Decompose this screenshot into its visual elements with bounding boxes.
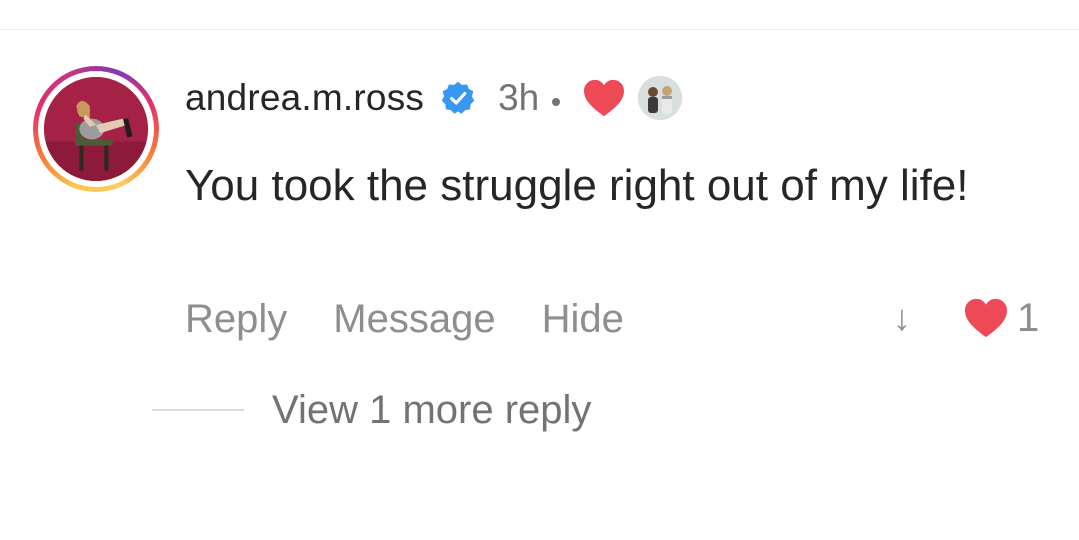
avatar[interactable] — [44, 77, 148, 181]
verified-badge-icon — [440, 80, 476, 116]
hide-button[interactable]: Hide — [542, 297, 624, 342]
heart-filled-icon[interactable] — [963, 297, 1009, 339]
replies-divider — [152, 409, 244, 411]
comment-header: andrea.m.ross 3h — [185, 74, 683, 122]
creator-liked-heart-icon — [582, 78, 626, 118]
username[interactable]: andrea.m.ross — [185, 77, 424, 119]
reply-button[interactable]: Reply — [185, 297, 287, 342]
comment-thread: andrea.m.ross 3h You took the struggle r… — [0, 0, 1079, 540]
divider — [0, 29, 1079, 30]
message-button[interactable]: Message — [333, 297, 495, 342]
like-count: 1 — [1017, 295, 1040, 340]
avatar-photo — [44, 77, 148, 181]
comment-actions: Reply Message Hide — [185, 294, 670, 344]
arrow-down-icon[interactable]: ↓ — [884, 296, 920, 340]
story-ring[interactable] — [33, 66, 159, 192]
separator-dot — [552, 98, 561, 106]
like-control[interactable]: 1 — [963, 296, 1039, 340]
view-replies: View 1 more reply — [152, 386, 591, 434]
view-more-replies-button[interactable]: View 1 more reply — [272, 388, 591, 433]
timestamp: 3h — [498, 77, 540, 118]
comment-text: You took the struggle right out of my li… — [185, 161, 969, 210]
creator-avatar — [638, 76, 683, 120]
